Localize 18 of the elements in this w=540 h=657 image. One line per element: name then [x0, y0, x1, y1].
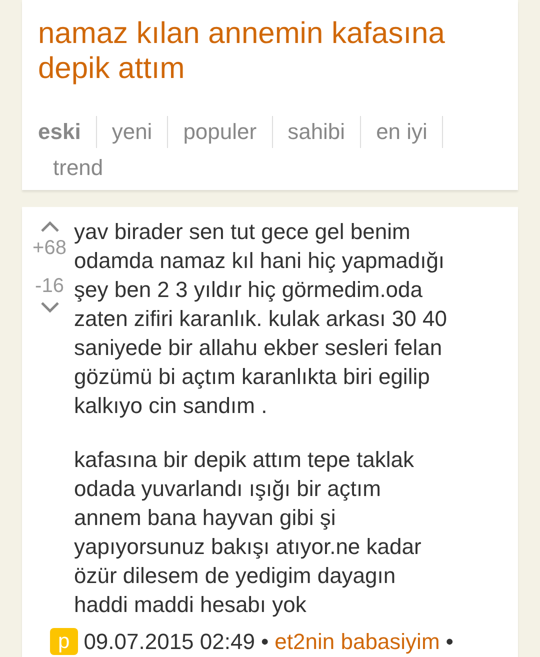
upvote-icon[interactable] [40, 221, 60, 233]
sort-tab[interactable]: eski [38, 116, 97, 148]
sort-tab[interactable]: populer [168, 116, 273, 148]
upvote-count: +68 [32, 236, 66, 261]
entry-paragraph: yav birader sen tut gece gel benim odamda namaz kıl hani hiç yapmadığı şey ben 2 3 yıldır hiç görmedim.oda zaten zifiri karanlık. kulak arkası 30 40 saniyede bir allahu ekber sesleri felan gözümü bi açtım karanlıkta biri egilip kalkıyo cin sandım . [74, 218, 448, 420]
downvote-count: -16 [35, 274, 64, 299]
sort-tab[interactable]: yeni [96, 116, 168, 148]
author-link[interactable]: et2nin babasiyim [274, 625, 440, 657]
sort-tab[interactable]: en iyi [361, 116, 444, 148]
pin-badge: p [50, 628, 78, 655]
separator-dot: • [260, 628, 269, 656]
separator-dot: • [446, 628, 454, 656]
entry-paragraph: kafasına bir depik attım tepe taklak odada yuvarlandı ışığı bir açtım annem bana hayvan gibi şi yapıyorsunuz bakışı atıyor.ne kadar özür dilesem de yedigim dayagın haddi maddi hesabı yok [74, 446, 422, 619]
sort-tab[interactable]: sahibi [272, 116, 362, 148]
downvote-icon[interactable] [40, 301, 60, 313]
topic-title: namaz kılan annemin kafasına depik attım [37, 16, 446, 86]
sort-tab[interactable]: trend [38, 152, 118, 184]
entry-date[interactable]: 09.07.2015 02:49 [84, 625, 255, 657]
